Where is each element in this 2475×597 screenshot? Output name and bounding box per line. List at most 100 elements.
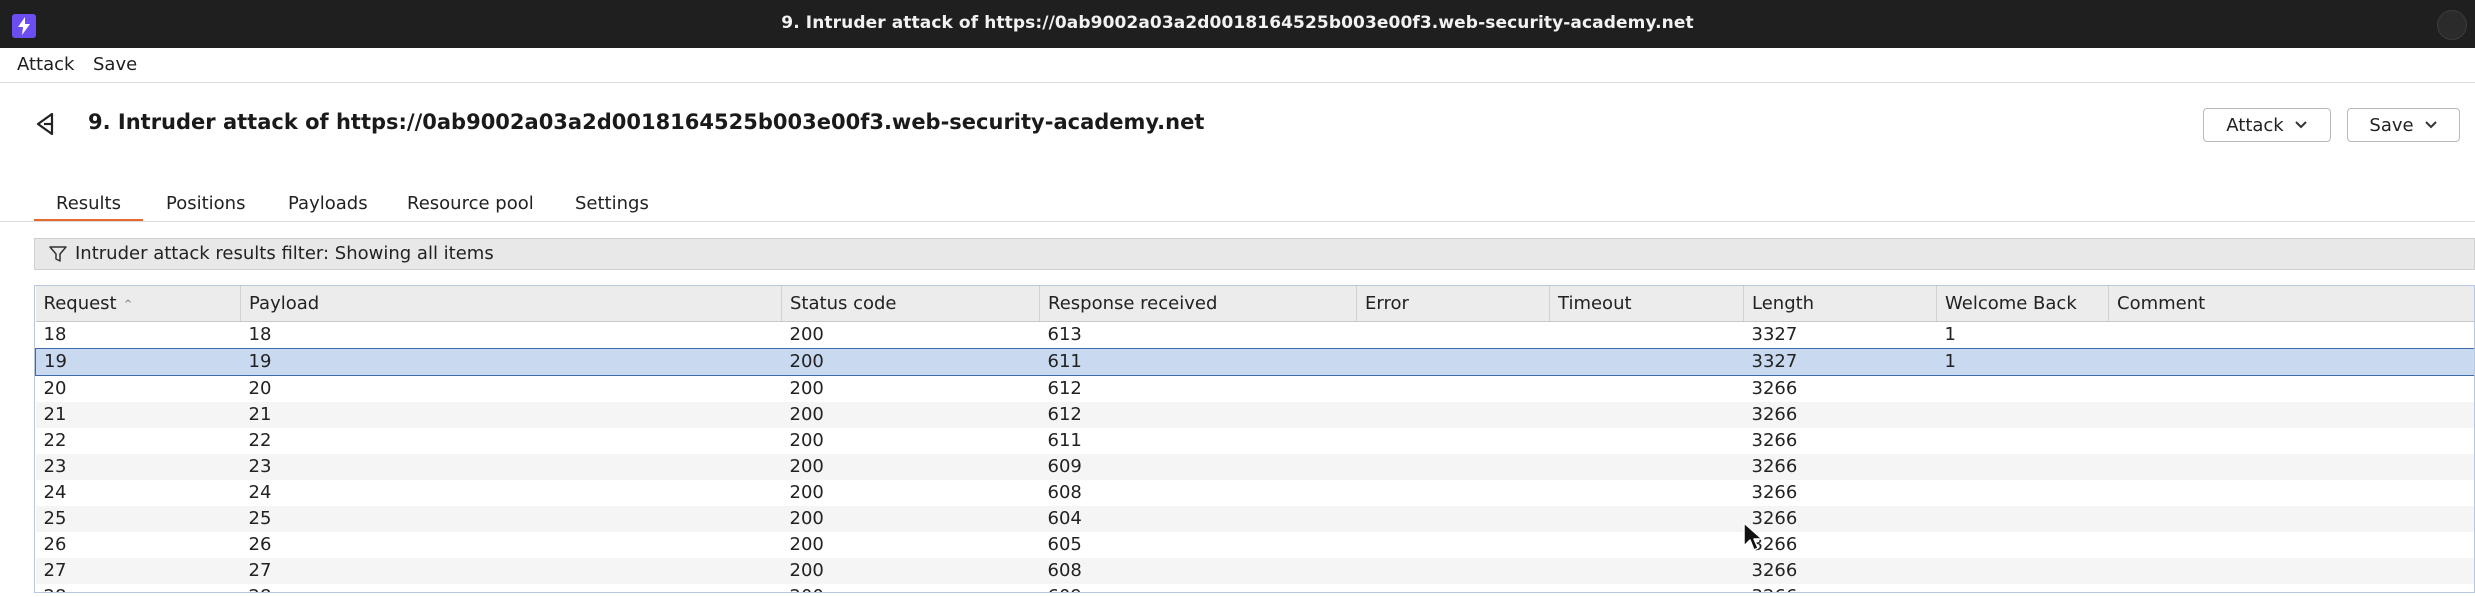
col-header-label: Response received xyxy=(1048,293,1218,314)
tab-settings-label: Settings xyxy=(575,193,649,214)
table-cell xyxy=(1549,321,1744,349)
save-dropdown-button[interactable]: Save xyxy=(2347,108,2460,142)
table-row[interactable]: 26 26 200 605 3266 xyxy=(35,532,2474,558)
tab-results[interactable]: Results xyxy=(34,188,143,222)
tab-resource-pool[interactable]: Resource pool xyxy=(385,188,556,222)
table-cell xyxy=(1356,584,1550,592)
tab-settings[interactable]: Settings xyxy=(553,188,671,222)
table-cell: 19 xyxy=(240,348,782,376)
table-cell: 609 xyxy=(1039,454,1357,480)
table-cell: 200 xyxy=(781,506,1040,532)
table-cell: 3266 xyxy=(1743,428,1937,454)
table-row[interactable]: 22 22 200 611 3266 xyxy=(35,428,2474,454)
table-cell: 3266 xyxy=(1743,584,1937,592)
table-cell: 611 xyxy=(1039,348,1357,376)
table-cell: 200 xyxy=(781,428,1040,454)
menu-save[interactable]: Save xyxy=(93,54,137,75)
table-cell: 604 xyxy=(1039,506,1357,532)
table-cell: 3266 xyxy=(1743,375,1937,402)
table-cell xyxy=(1356,375,1550,402)
table-row[interactable]: 24 24 200 608 3266 xyxy=(35,480,2474,506)
col-header-length[interactable]: Length xyxy=(1743,286,1937,322)
table-cell: 609 xyxy=(1039,584,1357,592)
col-header-timeout[interactable]: Timeout xyxy=(1549,286,1744,322)
table-cell xyxy=(1549,428,1744,454)
chevron-down-icon xyxy=(2424,121,2437,129)
col-header-label: Comment xyxy=(2117,293,2206,314)
col-header-comment[interactable]: Comment xyxy=(2108,286,2474,322)
table-cell: 3327 xyxy=(1743,348,1937,376)
table-cell: 1 xyxy=(1936,321,2109,349)
table-cell xyxy=(2108,558,2474,584)
table-cell: 21 xyxy=(35,402,241,428)
col-header-label: Request xyxy=(43,293,117,314)
table-row[interactable]: 23 23 200 609 3266 xyxy=(35,454,2474,480)
tab-positions-label: Positions xyxy=(166,193,246,214)
tab-results-label: Results xyxy=(56,193,121,214)
tab-positions[interactable]: Positions xyxy=(144,188,267,222)
filter-text: Intruder attack results filter: Showing … xyxy=(75,243,494,264)
table-cell xyxy=(2108,532,2474,558)
table-cell xyxy=(1936,375,2109,402)
table-cell: 22 xyxy=(240,428,782,454)
col-header-status-code[interactable]: Status code xyxy=(781,286,1040,322)
table-row[interactable]: 27 27 200 608 3266 xyxy=(35,558,2474,584)
table-cell xyxy=(1356,480,1550,506)
table-cell xyxy=(1549,454,1744,480)
table-cell: 3266 xyxy=(1743,480,1937,506)
save-button-label: Save xyxy=(2369,114,2414,136)
col-header-label: Error xyxy=(1365,293,1409,314)
menu-attack[interactable]: Attack xyxy=(17,54,74,75)
col-header-label: Payload xyxy=(249,293,320,314)
table-cell: 28 xyxy=(35,584,241,592)
table-cell xyxy=(1936,480,2109,506)
table-row[interactable]: 25 25 200 604 3266 xyxy=(35,506,2474,532)
table-cell: 605 xyxy=(1039,532,1357,558)
table-cell xyxy=(2108,348,2474,376)
table-cell: 24 xyxy=(35,480,241,506)
results-table: Request ⌃ Payload Status code Response re… xyxy=(34,285,2475,593)
table-cell: 3327 xyxy=(1743,321,1937,349)
table-cell: 200 xyxy=(781,321,1040,349)
col-header-error[interactable]: Error xyxy=(1356,286,1550,322)
attack-dropdown-button[interactable]: Attack xyxy=(2203,108,2331,142)
table-cell xyxy=(1356,558,1550,584)
table-cell: 26 xyxy=(240,532,782,558)
table-cell: 1 xyxy=(1936,348,2109,376)
col-header-request[interactable]: Request ⌃ xyxy=(35,286,241,322)
table-cell: 200 xyxy=(781,348,1040,376)
table-cell xyxy=(1356,454,1550,480)
table-row[interactable]: 28282006093266 xyxy=(35,584,2474,592)
tab-resource-pool-label: Resource pool xyxy=(407,193,534,214)
table-cell xyxy=(1549,348,1744,376)
window-title: 9. Intruder attack of https://0ab9002a03… xyxy=(781,13,1694,33)
table-cell xyxy=(1356,321,1550,349)
table-cell xyxy=(2108,480,2474,506)
col-header-response-received[interactable]: Response received xyxy=(1039,286,1357,322)
table-cell: 200 xyxy=(781,532,1040,558)
table-cell xyxy=(1936,532,2109,558)
window-close-button[interactable] xyxy=(2437,10,2467,40)
results-filter-bar[interactable]: Intruder attack results filter: Showing … xyxy=(34,238,2475,270)
col-header-welcome-back[interactable]: Welcome Back xyxy=(1936,286,2109,322)
mouse-cursor-icon xyxy=(1743,522,1763,551)
back-arrow-icon[interactable] xyxy=(32,110,60,138)
table-cell: 200 xyxy=(781,402,1040,428)
tab-payloads[interactable]: Payloads xyxy=(266,188,390,222)
table-cell xyxy=(1356,506,1550,532)
table-cell: 20 xyxy=(35,375,241,402)
table-row[interactable]: 18 18 200 613 3327 1 xyxy=(35,321,2474,349)
table-row[interactable]: 19 19 200 611 3327 1 xyxy=(35,348,2474,376)
table-cell xyxy=(1356,428,1550,454)
table-cell xyxy=(2108,584,2474,592)
page-title: 9. Intruder attack of https://0ab9002a03… xyxy=(88,110,1205,134)
table-cell xyxy=(1936,584,2109,592)
tab-payloads-label: Payloads xyxy=(288,193,368,214)
table-cell: 3266 xyxy=(1743,558,1937,584)
table-cell: 27 xyxy=(35,558,241,584)
col-header-payload[interactable]: Payload xyxy=(240,286,782,322)
table-cell: 200 xyxy=(781,454,1040,480)
table-cell xyxy=(2108,402,2474,428)
table-row[interactable]: 21 21 200 612 3266 xyxy=(35,402,2474,428)
table-row[interactable]: 20 20 200 612 3266 xyxy=(35,375,2474,402)
